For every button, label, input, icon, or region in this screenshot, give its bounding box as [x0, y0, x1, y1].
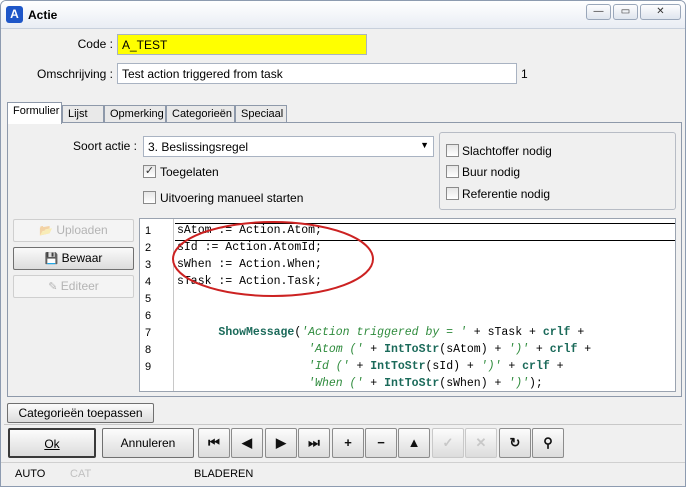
annuleren-button[interactable]: Annuleren	[102, 428, 194, 458]
script-editor[interactable]: 1 2 3 4 5 6 7 8 9 sAtom := Action.Atom; …	[139, 218, 676, 392]
uitvoering-manueel-label: Uitvoering manueel starten	[160, 191, 304, 205]
delete-record-icon: −	[377, 435, 385, 450]
bewaar-label: Bewaar	[61, 251, 103, 265]
status-auto: AUTO	[15, 468, 46, 480]
refresh-button[interactable]: ↻	[499, 428, 531, 458]
status-mode: BLADEREN	[194, 468, 254, 480]
soort-actie-value: 3. Beslissingsregel	[148, 140, 249, 154]
insert-record-icon: +	[344, 435, 352, 450]
status-cat: CAT	[70, 468, 92, 480]
first-record-icon: ⏮	[208, 435, 220, 450]
separator	[4, 424, 682, 425]
tab-speciaal-label: Speciaal	[241, 108, 284, 120]
editeer-label: Editeer	[60, 279, 99, 293]
slachtoffer-checkbox[interactable]	[446, 144, 459, 157]
post-record-button[interactable]: ✓	[432, 428, 464, 458]
maximize-icon: ▭	[620, 6, 631, 17]
save-icon: 💾	[44, 253, 59, 265]
close-icon: ✕	[656, 6, 665, 17]
code-field[interactable]: A_TEST	[117, 34, 367, 55]
bewaar-button[interactable]: 💾 Bewaar	[13, 247, 134, 270]
categorieen-toepassen-button[interactable]: Categorieën toepassen	[7, 403, 154, 423]
tab-opmerking-label: Opmerking	[110, 108, 164, 120]
chevron-down-icon: ▼	[420, 140, 429, 150]
buur-checkbox[interactable]	[446, 165, 459, 178]
uploaden-button[interactable]: 📂 Uploaden	[13, 219, 134, 242]
last-record-button[interactable]: ⏭	[298, 428, 330, 458]
ok-label: Ok	[44, 437, 60, 451]
cancel-record-button[interactable]: ✕	[465, 428, 497, 458]
soort-actie-select[interactable]: 3. Beslissingsregel ▼	[143, 136, 434, 157]
editeer-button[interactable]: ✎ Editeer	[13, 275, 134, 298]
cancel-record-icon: ✕	[475, 435, 487, 450]
soort-actie-label: Soort actie :	[72, 139, 137, 153]
binoculars-icon: ⚲	[543, 435, 553, 450]
folder-icon: 📂	[39, 225, 53, 237]
buur-label: Buur nodig	[462, 165, 521, 179]
tab-formulier[interactable]: Formulier	[7, 102, 62, 124]
actie-window: A Actie — ▭ ✕ Code : A_TEST Omschrijving…	[0, 0, 686, 487]
edit-record-button[interactable]: ▲	[398, 428, 430, 458]
first-record-button[interactable]: ⏮	[198, 428, 230, 458]
minimize-icon: —	[593, 6, 604, 17]
insert-record-button[interactable]: +	[332, 428, 364, 458]
maximize-button[interactable]: ▭	[613, 4, 638, 20]
prior-record-button[interactable]: ◀	[231, 428, 263, 458]
check-icon: ✓	[144, 165, 155, 177]
omschrijving-field[interactable]: Test action triggered from task	[117, 63, 517, 84]
last-record-icon: ⏭	[308, 435, 320, 450]
code-label: Code :	[77, 37, 113, 51]
window-title: Actie	[28, 8, 58, 22]
statusbar-divider	[1, 462, 685, 463]
prior-record-icon: ◀	[242, 435, 252, 450]
toegelaten-label: Toegelaten	[160, 165, 219, 179]
binoculars-button[interactable]: ⚲	[532, 428, 564, 458]
annotation-ellipse	[172, 221, 374, 297]
minimize-button[interactable]: —	[586, 4, 611, 20]
toegelaten-checkbox[interactable]: ✓	[143, 165, 156, 178]
referentie-label: Referentie nodig	[462, 187, 551, 201]
edit-icon: ✎	[48, 281, 58, 293]
next-record-icon: ▶	[276, 435, 286, 450]
next-record-button[interactable]: ▶	[265, 428, 297, 458]
tab-formulier-label: Formulier	[13, 105, 60, 117]
uploaden-label: Uploaden	[56, 223, 108, 237]
tab-categorieen-label: Categorieën	[172, 108, 232, 120]
edit-record-icon: ▲	[407, 435, 421, 450]
post-record-icon: ✓	[442, 435, 454, 450]
slachtoffer-label: Slachtoffer nodig	[462, 144, 552, 158]
refresh-icon: ↻	[509, 435, 521, 450]
uitvoering-manueel-checkbox[interactable]	[143, 191, 156, 204]
omschrijving-label: Omschrijving :	[36, 67, 113, 81]
delete-record-button[interactable]: −	[365, 428, 397, 458]
tab-lijst-label: Lijst	[68, 108, 88, 120]
omschrijving-count: 1	[521, 67, 528, 81]
close-button[interactable]: ✕	[640, 4, 681, 20]
title-bar[interactable]: A Actie — ▭ ✕	[1, 1, 685, 29]
annuleren-label: Annuleren	[120, 436, 176, 450]
app-icon: A	[6, 6, 23, 23]
ok-button[interactable]: Ok	[8, 428, 96, 458]
referentie-checkbox[interactable]	[446, 187, 459, 200]
